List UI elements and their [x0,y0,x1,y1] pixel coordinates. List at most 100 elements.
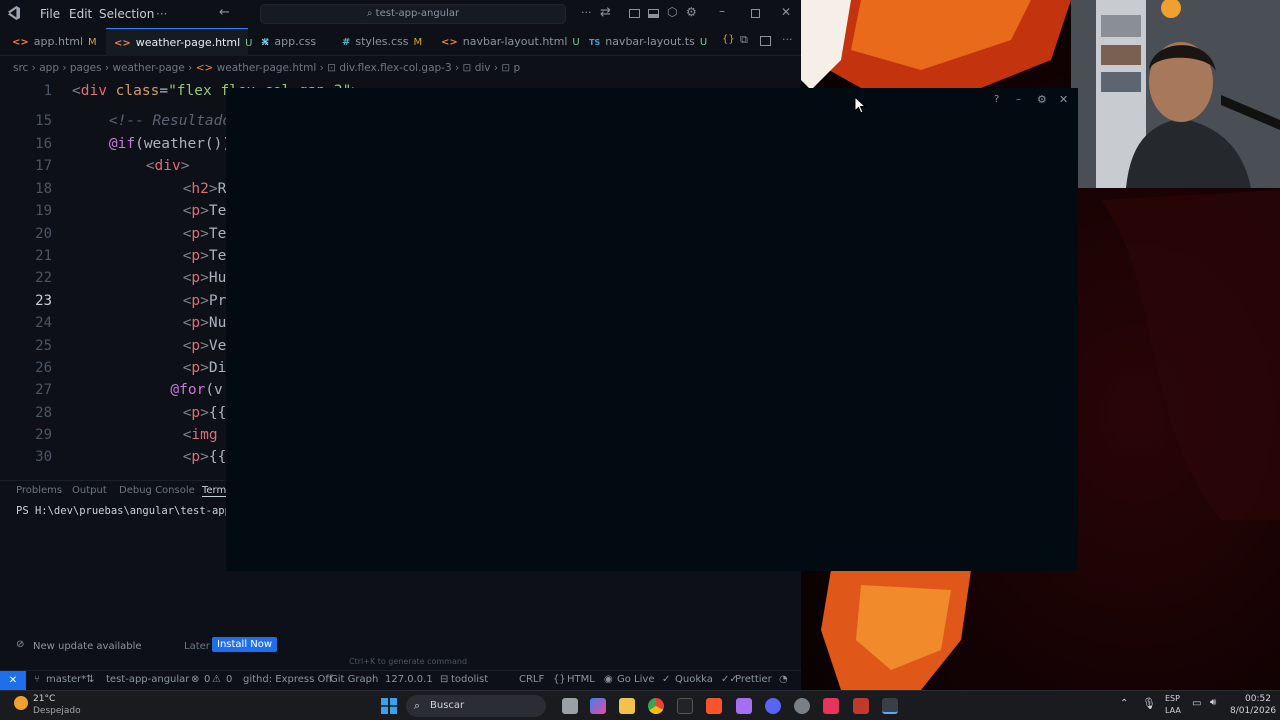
maximize-icon[interactable] [751,9,760,18]
panel-tab-debug-console[interactable]: Debug Console [119,485,195,496]
menu-more[interactable]: ··· [156,7,167,21]
tab-weather-page-html[interactable]: <> weather-page.html U ✕ [106,28,270,56]
tiktok-icon[interactable] [823,698,839,714]
githd-status[interactable]: githd: Express Off [243,674,332,685]
line-number: 15 [35,113,52,129]
terminal-prompt[interactable]: PS H:\dev\pruebas\angular\test-app- [16,505,237,517]
breadcrumb-item[interactable]: pages [70,62,102,74]
line-number: 19 [35,203,52,219]
show-hidden-icons[interactable]: ⌃ [1120,698,1128,709]
braces-icon[interactable]: {} [722,34,735,45]
settings-gear-icon[interactable]: ⚙ [1037,93,1047,106]
copilot-icon[interactable] [590,698,606,714]
help-icon[interactable]: ? [994,94,999,105]
extensions-icon[interactable]: ⬡ [667,5,677,19]
host-status[interactable]: 127.0.0.1 [385,674,433,685]
panel-tab-problems[interactable]: Problems [16,485,62,496]
terminal-app-icon[interactable] [677,698,693,714]
layout-sidebar-icon[interactable] [629,9,640,18]
todo-status[interactable]: todolist [451,674,488,685]
task-view-icon[interactable] [562,698,578,714]
quokka-icon: ✓ [662,674,671,685]
weather-condition[interactable]: Despejado [33,706,81,716]
clock-date[interactable]: 8/01/2026 [1230,706,1276,716]
clock-time[interactable]: 00:52 [1245,694,1271,704]
breadcrumb-item[interactable]: src [13,62,28,74]
close-icon[interactable]: ✕ [781,5,791,19]
menu-edit[interactable]: Edit [69,7,92,21]
split-editor-icon[interactable] [760,36,771,46]
layout-panel-icon[interactable] [648,9,659,18]
tab-navbar-layout-html[interactable]: <> navbar-layout.html U [441,28,580,56]
chrome-icon[interactable] [648,698,664,714]
project-name[interactable]: test-app-angular [106,674,189,685]
search-label: Buscar [430,700,465,711]
taskbar-search[interactable]: ⌕ Buscar [406,695,546,717]
language-secondary[interactable]: LAA [1165,706,1181,715]
tab-app-css[interactable]: # app.css [261,28,316,56]
install-now-button[interactable]: Install Now [212,637,278,652]
file-explorer-icon[interactable] [619,698,635,714]
more-actions-icon[interactable]: ··· [581,6,592,19]
prettier-button[interactable]: Prettier [735,674,772,685]
menu-selection[interactable]: Selection [99,7,154,21]
minimize-icon[interactable]: – [1016,94,1021,105]
minimize-icon[interactable]: – [719,4,725,18]
quokka-button[interactable]: Quokka [675,674,713,685]
tab-overflow-icon[interactable]: ··· [782,33,793,46]
remote-indicator[interactable]: ✕ [0,671,26,690]
breadcrumb-item[interactable]: div [475,62,491,74]
microphone-icon[interactable]: 🎙︎ [1142,697,1156,710]
settings-gear-icon[interactable]: ⚙ [686,5,697,19]
breadcrumb-item[interactable]: weather-page [112,62,184,74]
weather-sun-icon [14,696,28,710]
mouse-cursor-icon [854,96,866,114]
warnings-count[interactable]: 0 [226,674,232,685]
tab-styles-css[interactable]: # styles.css M [342,28,422,56]
breadcrumb: src › app › pages › weather-page › <> we… [13,62,521,74]
text-app-icon[interactable] [853,698,869,714]
later-button[interactable]: Later [184,641,210,652]
breadcrumb-item[interactable]: weather-page.html [217,62,317,74]
vscode-taskbar-icon[interactable] [736,698,752,714]
tab-status: U [245,38,253,49]
breadcrumb-item[interactable]: p [514,62,521,74]
search-icon: ⌕ [366,8,376,19]
tab-app-html[interactable]: <> app.html M [12,28,97,56]
breadcrumb-item[interactable]: app [39,62,59,74]
notifications-bell-icon[interactable]: ◔ [779,674,788,685]
back-arrow-icon[interactable]: ← [219,5,230,20]
eol-status[interactable]: CRLF [519,674,544,685]
line-number: 20 [35,226,52,242]
line-number: 1 [43,83,52,99]
command-center-search[interactable]: ⌕ test-app-angular [260,4,566,24]
panel-tab-terminal[interactable]: Term [202,485,227,497]
brave-icon[interactable] [706,698,722,714]
language-mode[interactable]: HTML [567,674,595,685]
language-primary[interactable]: ESP [1165,694,1180,703]
tab-navbar-layout-ts[interactable]: TS navbar-layout.ts U [589,28,707,56]
tab-label: weather-page.html [135,36,241,49]
network-icon[interactable]: ▭ [1192,698,1201,709]
breadcrumb-item[interactable]: div.flex.flex-col.gap-3 [339,62,451,74]
settings-app-icon[interactable] [794,698,810,714]
vscode-logo-icon [8,6,20,20]
compare-icon[interactable]: ⧉ [740,33,748,47]
errors-count[interactable]: 0 [204,674,210,685]
sync-icon[interactable]: ⇄ [600,5,611,20]
git-branch[interactable]: master* [46,674,86,685]
close-icon[interactable]: ✕ [1059,93,1068,106]
volume-icon[interactable]: 🔊︎ [1210,697,1216,708]
active-app-icon[interactable] [882,698,898,714]
panel-tab-output[interactable]: Output [72,485,107,496]
windows-start-icon[interactable] [381,698,397,714]
git-graph-button[interactable]: Git Graph [330,674,378,685]
weather-temp[interactable]: 21°C [33,694,55,704]
discord-icon[interactable] [765,698,781,714]
overlay-window[interactable]: ? – ⚙ ✕ [226,88,1078,571]
warnings-icon: ⚠ [212,674,221,685]
go-live-button[interactable]: Go Live [617,674,654,685]
menu-file[interactable]: File [40,7,60,21]
update-notification-text: New update available [33,641,142,652]
generate-command-hint: Ctrl+K to generate command [349,657,468,666]
